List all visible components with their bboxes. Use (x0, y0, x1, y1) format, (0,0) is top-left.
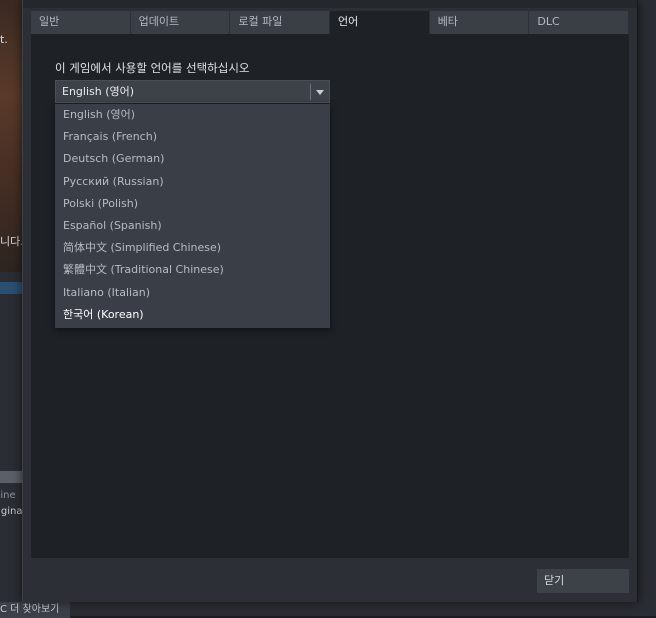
tab-betas[interactable]: 베타 (429, 11, 530, 34)
language-dropdown-list: English (영어) Français (French) Deutsch (… (55, 104, 330, 328)
language-tab-panel: 이 게임에서 사용할 언어를 선택하십시오 English (영어) Engli… (31, 34, 629, 558)
close-button[interactable]: 닫기 (537, 569, 629, 593)
language-option-english[interactable]: English (영어) (55, 104, 330, 126)
language-option-german[interactable]: Deutsch (German) (55, 148, 330, 170)
language-option-polish[interactable]: Polski (Polish) (55, 193, 330, 215)
language-select[interactable]: English (영어) (55, 80, 330, 103)
language-option-korean[interactable]: 한국어 (Korean) (55, 304, 330, 326)
tab-local-files[interactable]: 로컬 파일 (230, 11, 331, 34)
language-option-spanish[interactable]: Español (Spanish) (55, 215, 330, 237)
chevron-down-icon[interactable] (316, 90, 324, 95)
dialog-titlebar[interactable] (23, 0, 637, 8)
dropdown-divider (310, 84, 311, 100)
background-text: 니다. (0, 235, 24, 248)
tab-general[interactable]: 일반 (31, 11, 131, 34)
language-option-traditional-chinese[interactable]: 繁體中文 (Traditional Chinese) (55, 259, 330, 281)
tab-language[interactable]: 언어 (330, 11, 430, 34)
language-option-simplified-chinese[interactable]: 简体中文 (Simplified Chinese) (55, 237, 330, 259)
tab-dlc[interactable]: DLC (529, 11, 630, 34)
language-select-value: English (영어) (62, 85, 135, 98)
tab-updates[interactable]: 업데이트 (130, 11, 231, 34)
background-text: gine (0, 490, 16, 501)
tab-bar: 일반 업데이트 로컬 파일 언어 베타 DLC (31, 11, 630, 34)
background-text: rigina (0, 506, 23, 517)
language-prompt: 이 게임에서 사용할 언어를 선택하십시오 (55, 61, 250, 75)
language-option-french[interactable]: Français (French) (55, 126, 330, 148)
language-option-italian[interactable]: Italiano (Italian) (55, 282, 330, 304)
game-properties-dialog: 일반 업데이트 로컬 파일 언어 베타 DLC 이 게임에서 사용할 언어를 선… (22, 0, 638, 602)
language-option-russian[interactable]: Русский (Russian) (55, 171, 330, 193)
background-text: t. (0, 33, 8, 46)
